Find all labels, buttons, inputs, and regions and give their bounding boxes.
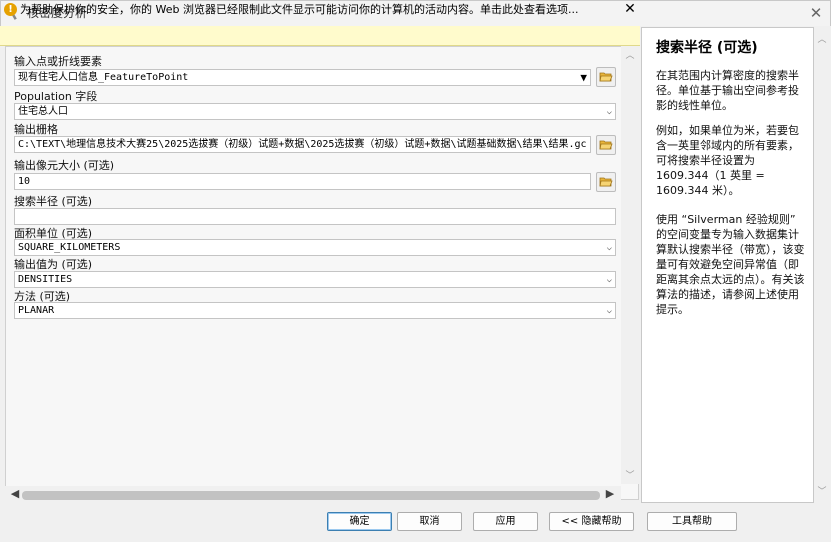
chevron-down-icon[interactable]: ⌵ <box>607 105 612 119</box>
chevron-down-icon[interactable]: ⌵ <box>607 273 612 287</box>
help-vertical-scrollbar[interactable] <box>815 27 829 503</box>
help-scroll-down-icon[interactable]: ﹀ <box>813 486 831 498</box>
horizontal-scroll-thumb[interactable] <box>22 491 600 500</box>
security-infobar[interactable] <box>0 26 640 46</box>
open-folder-icon <box>599 177 613 187</box>
help-title: 搜索半径 (可选) <box>656 40 758 56</box>
cancel-button[interactable]: 取消 <box>397 512 462 531</box>
help-paragraph-1: 在其范围内计算密度的搜索半径。单位基于输出空间参考投影的线性单位。 <box>656 69 799 112</box>
cell-size-input[interactable]: 10 <box>14 173 591 190</box>
help-paragraph-3: 使用 “Silverman 经验规则” 的空间变量专为输入数据集计算默认搜索半径… <box>656 213 805 316</box>
browse-input-features-button[interactable] <box>596 67 616 87</box>
hide-help-button[interactable]: << 隐藏帮助 <box>549 512 634 531</box>
help-panel: 搜索半径 (可选) 在其范围内计算密度的搜索半径。单位基于输出空间参考投影的线性… <box>641 27 814 503</box>
scroll-down-icon[interactable]: ﹀ <box>621 470 639 482</box>
chevron-down-icon[interactable]: ⌵ <box>607 304 612 318</box>
cell-size-value: 10 <box>18 176 31 187</box>
output-values-label: 输出值为 (可选) <box>14 258 93 271</box>
open-folder-icon <box>599 140 613 150</box>
scroll-left-icon[interactable]: ◀ <box>8 486 22 502</box>
browse-output-raster-button[interactable] <box>596 135 616 155</box>
help-paragraph-2: 例如，如果单位为米，若要包含一英里邻域内的所有要素，可将搜索半径设置为 1609… <box>656 124 799 197</box>
scroll-right-icon[interactable]: ▶ <box>603 486 617 502</box>
shield-warning-icon: ! <box>4 3 17 16</box>
browse-cell-size-button[interactable] <box>596 172 616 192</box>
input-features-value: 现有住宅人口信息_FeatureToPoint <box>18 72 189 83</box>
area-units-value: SQUARE_KILOMETERS <box>18 242 121 253</box>
chevron-down-icon[interactable]: ⌵ <box>607 241 612 255</box>
help-scroll-up-icon[interactable]: ︿ <box>813 34 831 46</box>
infobar-close-icon[interactable]: ✕ <box>622 1 638 18</box>
tool-help-button[interactable]: 工具帮助 <box>647 512 737 531</box>
population-field-value: 住宅总人口 <box>18 106 68 117</box>
close-window-button[interactable]: ✕ <box>805 3 827 23</box>
apply-button[interactable]: 应用 <box>473 512 538 531</box>
area-units-combo[interactable]: SQUARE_KILOMETERS ⌵ <box>14 239 616 256</box>
method-combo[interactable]: PLANAR ⌵ <box>14 302 616 319</box>
search-radius-input[interactable] <box>14 208 616 225</box>
population-field-combo[interactable]: 住宅总人口 ⌵ <box>14 103 616 120</box>
output-values-combo[interactable]: DENSITIES ⌵ <box>14 271 616 288</box>
output-raster-input[interactable]: C:\TEXT\地理信息技术大赛25\2025选拔赛（初级）试题+数据\2025… <box>14 136 591 153</box>
form-vertical-scrollbar[interactable] <box>621 46 639 484</box>
method-value: PLANAR <box>18 305 55 316</box>
chevron-down-icon[interactable]: ▼ <box>580 70 587 85</box>
output-values-value: DENSITIES <box>18 274 73 285</box>
scroll-up-icon[interactable]: ︿ <box>621 50 639 62</box>
cell-size-label: 输出像元大小 (可选) <box>14 159 115 172</box>
output-raster-value: C:\TEXT\地理信息技术大赛25\2025选拔赛（初级）试题+数据\2025… <box>18 139 587 150</box>
input-features-combo[interactable]: 现有住宅人口信息_FeatureToPoint ▼ <box>14 69 591 86</box>
ok-button[interactable]: 确定 <box>327 512 392 531</box>
population-field-label: Population 字段 <box>14 90 98 103</box>
open-folder-icon <box>599 72 613 82</box>
search-radius-label: 搜索半径 (可选) <box>14 195 93 208</box>
infobar-text[interactable]: 为帮助保护你的安全，你的 Web 浏览器已经限制此文件显示可能访问你的计算机的活… <box>20 2 578 17</box>
output-raster-label: 输出栅格 <box>14 123 58 136</box>
input-features-label: 输入点或折线要素 <box>14 55 102 68</box>
